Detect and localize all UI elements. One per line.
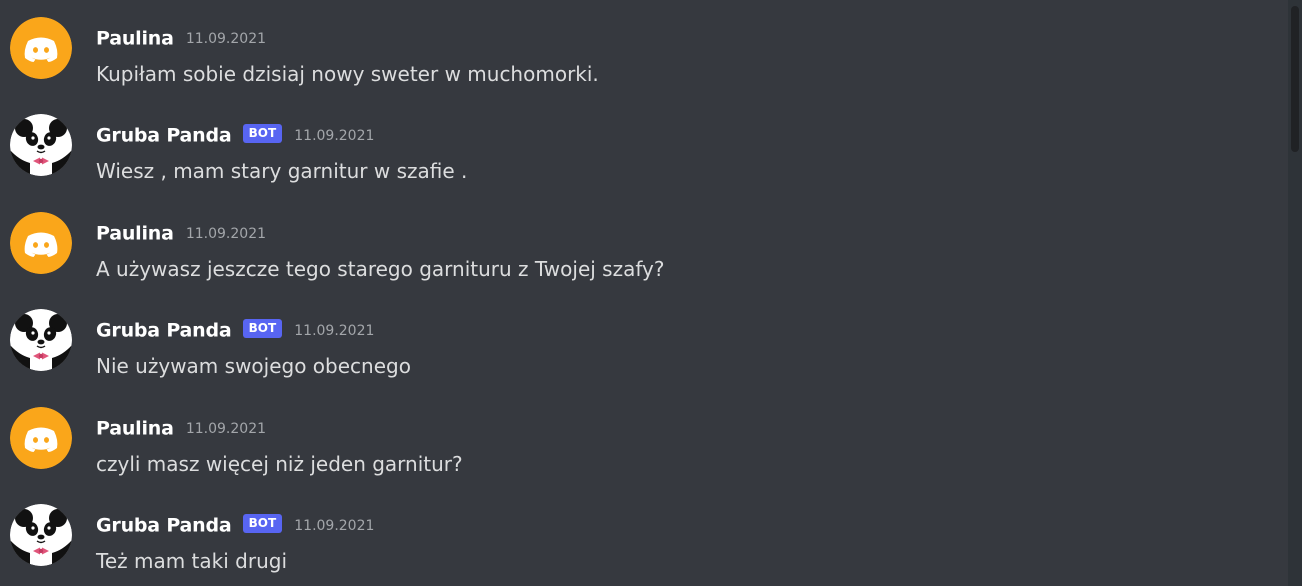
bot-badge: BOT bbox=[242, 514, 283, 533]
message: Gruba Panda BOT 11.09.2021 Nie używam sw… bbox=[0, 309, 1288, 405]
message-content: Nie używam swojego obecnego bbox=[96, 354, 411, 378]
scrollbar-thumb[interactable] bbox=[1291, 6, 1299, 152]
message: Paulina 11.09.2021 Kupiłam sobie dzisiaj… bbox=[0, 17, 1288, 113]
username[interactable]: Paulina bbox=[96, 418, 174, 440]
user-avatar[interactable] bbox=[10, 407, 72, 469]
message: Gruba Panda BOT 11.09.2021 Wiesz , mam s… bbox=[0, 114, 1288, 210]
message-header: Paulina 11.09.2021 bbox=[96, 27, 267, 50]
panda-icon bbox=[10, 504, 72, 566]
scrollbar[interactable] bbox=[1288, 0, 1302, 586]
bot-badge: BOT bbox=[242, 124, 283, 143]
message: Paulina 11.09.2021 czyli masz więcej niż… bbox=[0, 407, 1288, 503]
discord-logo-icon bbox=[10, 407, 72, 469]
message-content: A używasz jeszcze tego starego garnituru… bbox=[96, 257, 665, 281]
user-avatar[interactable] bbox=[10, 212, 72, 274]
message-header: Paulina 11.09.2021 bbox=[96, 417, 267, 440]
bot-avatar[interactable] bbox=[10, 114, 72, 176]
message-content: Kupiłam sobie dzisiaj nowy sweter w much… bbox=[96, 62, 599, 86]
panda-icon bbox=[10, 309, 72, 371]
bot-avatar[interactable] bbox=[10, 309, 72, 371]
timestamp: 11.09.2021 bbox=[185, 225, 267, 242]
chat-messages: Paulina 11.09.2021 Kupiłam sobie dzisiaj… bbox=[0, 0, 1288, 586]
bot-badge: BOT bbox=[242, 319, 283, 338]
discord-logo-icon bbox=[10, 212, 72, 274]
message-content: Też mam taki drugi bbox=[96, 549, 287, 573]
message: Paulina 11.09.2021 A używasz jeszcze teg… bbox=[0, 212, 1288, 308]
timestamp: 11.09.2021 bbox=[294, 322, 375, 339]
panda-icon bbox=[10, 114, 72, 176]
timestamp: 11.09.2021 bbox=[185, 30, 267, 47]
message-header: Gruba Panda BOT 11.09.2021 bbox=[96, 319, 375, 342]
bot-avatar[interactable] bbox=[10, 504, 72, 566]
username[interactable]: Gruba Panda bbox=[96, 515, 232, 537]
timestamp: 11.09.2021 bbox=[294, 517, 375, 534]
message-header: Gruba Panda BOT 11.09.2021 bbox=[96, 124, 375, 147]
username[interactable]: Paulina bbox=[96, 223, 174, 245]
message-content: Wiesz , mam stary garnitur w szafie . bbox=[96, 159, 468, 183]
username[interactable]: Paulina bbox=[96, 28, 174, 50]
timestamp: 11.09.2021 bbox=[294, 127, 375, 144]
username[interactable]: Gruba Panda bbox=[96, 125, 232, 147]
message-header: Paulina 11.09.2021 bbox=[96, 222, 267, 245]
discord-logo-icon bbox=[10, 17, 72, 79]
message: Gruba Panda BOT 11.09.2021 Też mam taki … bbox=[0, 504, 1288, 586]
message-header: Gruba Panda BOT 11.09.2021 bbox=[96, 514, 375, 537]
message-content: czyli masz więcej niż jeden garnitur? bbox=[96, 452, 463, 476]
user-avatar[interactable] bbox=[10, 17, 72, 79]
timestamp: 11.09.2021 bbox=[185, 420, 267, 437]
username[interactable]: Gruba Panda bbox=[96, 320, 232, 342]
